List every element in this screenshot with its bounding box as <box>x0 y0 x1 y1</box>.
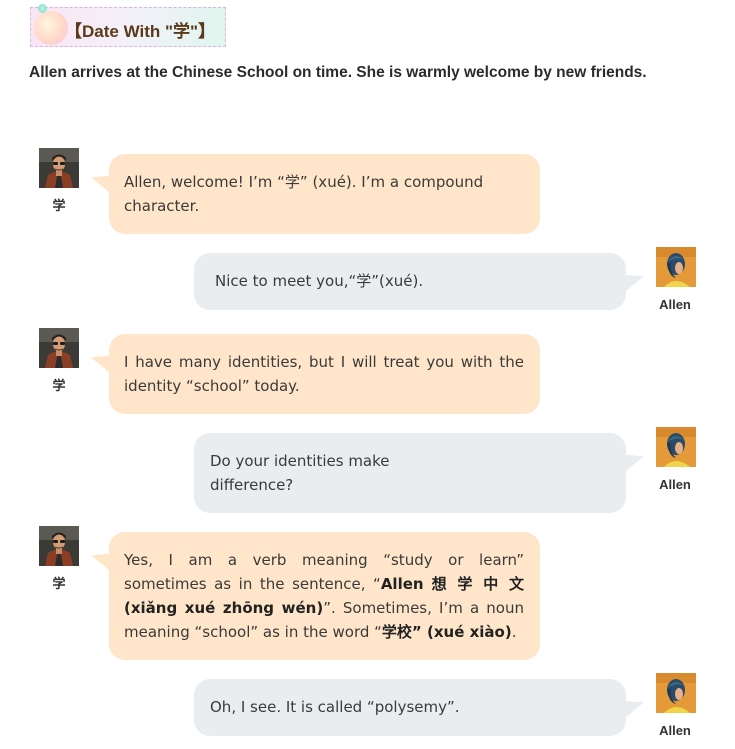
message-text: I have many identities, but I will treat… <box>124 353 524 395</box>
xue-avatar <box>39 526 79 566</box>
message-text: Nice to meet you,“学”(xué). <box>215 272 424 290</box>
allen-avatar-name: Allen <box>659 297 691 312</box>
xue-avatar-name: 学 <box>52 198 66 213</box>
message-bubble-xue: I have many identities, but I will treat… <box>109 334 540 414</box>
message-bubble-allen: Oh, I see. It is called “polysemy”. <box>194 679 626 736</box>
message-text: Do your identities make difference? <box>210 452 390 494</box>
xue-avatar-name: 学 <box>52 576 66 591</box>
xue-avatar <box>39 328 79 368</box>
title-badge: 【Date With "学"】 <box>30 4 226 47</box>
title-orb-decoration <box>34 11 68 45</box>
message-bubble-xue: Yes, I am a verb meaning “study or learn… <box>109 532 540 660</box>
allen-avatar-name: Allen <box>659 477 691 492</box>
woman-portrait-icon <box>656 673 696 713</box>
xue-avatar-name: 学 <box>52 378 66 393</box>
allen-avatar <box>656 673 696 713</box>
title-dot-decoration <box>38 4 47 13</box>
example-word: 学校” (xué xiào) <box>381 623 512 641</box>
man-portrait-icon <box>39 148 79 188</box>
message-text: Allen, welcome! I’m “学” (xué). I’m a com… <box>124 173 484 215</box>
man-portrait-icon <box>39 526 79 566</box>
woman-portrait-icon <box>656 427 696 467</box>
xue-avatar <box>39 148 79 188</box>
page-title: 【Date With "学"】 <box>65 22 216 41</box>
message-bubble-allen: Do your identities make difference? <box>194 433 626 513</box>
chat-page: 【Date With "学"】 Allen arrives at the Chi… <box>0 0 735 749</box>
allen-avatar-name: Allen <box>659 723 691 738</box>
woman-portrait-icon <box>656 247 696 287</box>
allen-avatar <box>656 247 696 287</box>
message-text: Oh, I see. It is called “polysemy”. <box>210 698 460 716</box>
message-text-part: . <box>511 623 517 641</box>
message-bubble-allen: Nice to meet you,“学”(xué). <box>194 253 626 310</box>
allen-avatar <box>656 427 696 467</box>
man-portrait-icon <box>39 328 79 368</box>
intro-text: Allen arrives at the Chinese School on t… <box>29 64 647 81</box>
message-bubble-xue: Allen, welcome! I’m “学” (xué). I’m a com… <box>109 154 540 234</box>
